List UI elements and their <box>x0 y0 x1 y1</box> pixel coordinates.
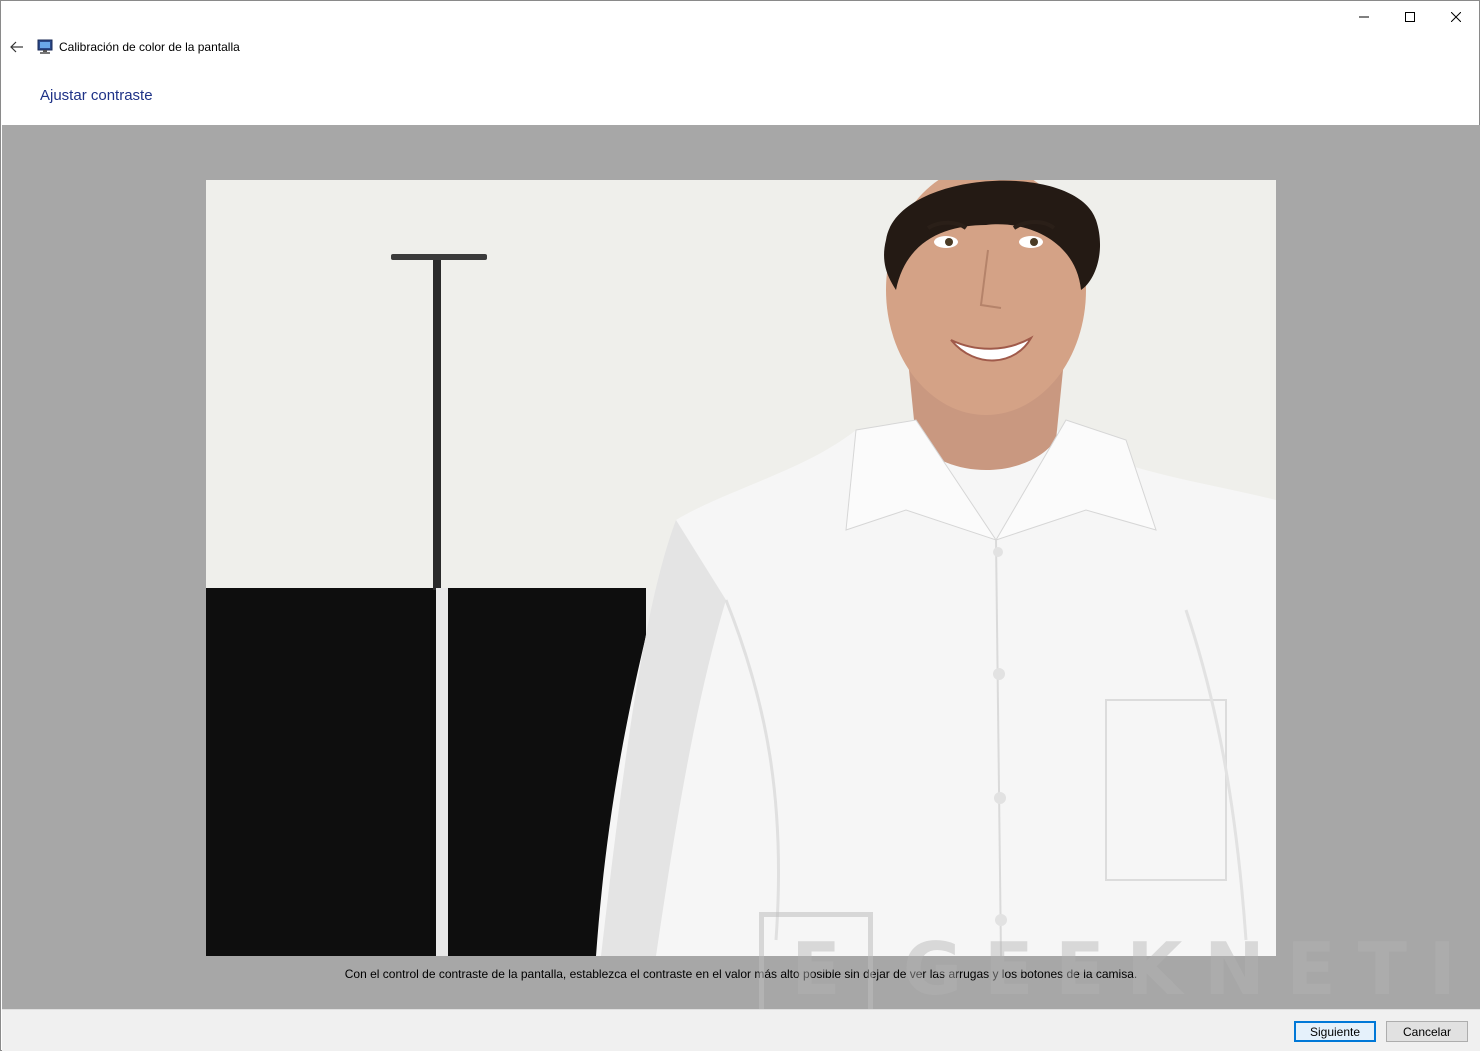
instruction-text: Con el control de contraste de la pantal… <box>344 967 1138 981</box>
minimize-icon <box>1359 16 1369 18</box>
window-title: Calibración de color de la pantalla <box>59 40 240 54</box>
title-bar[interactable] <box>1 1 1479 33</box>
next-button[interactable]: Siguiente <box>1294 1021 1376 1042</box>
window-header: Calibración de color de la pantalla <box>1 33 1479 61</box>
contrast-sample-image <box>206 180 1276 956</box>
content-area: Con el control de contraste de la pantal… <box>2 125 1480 1009</box>
minimize-button[interactable] <box>1341 1 1387 33</box>
page-heading: Ajustar contraste <box>40 87 153 104</box>
close-button[interactable] <box>1433 1 1479 33</box>
footer-bar: Siguiente Cancelar <box>2 1009 1480 1051</box>
maximize-icon <box>1405 12 1415 22</box>
back-button[interactable] <box>3 33 31 61</box>
close-icon <box>1451 12 1461 22</box>
calibration-window: Calibración de color de la pantalla Ajus… <box>0 0 1480 1051</box>
cancel-button[interactable]: Cancelar <box>1386 1021 1468 1042</box>
maximize-button[interactable] <box>1387 1 1433 33</box>
window-controls <box>1341 1 1479 33</box>
back-arrow-icon <box>10 41 23 53</box>
display-calibration-icon <box>37 39 53 54</box>
